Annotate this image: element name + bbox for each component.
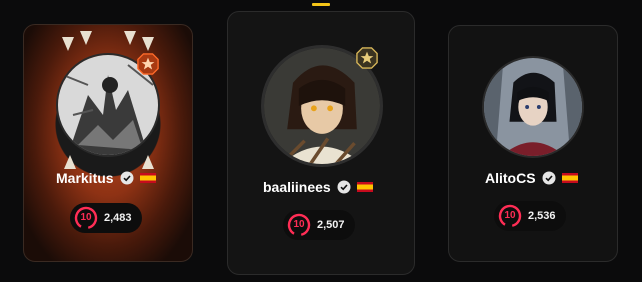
- spain-flag-icon: [139, 173, 156, 183]
- level-elo-pill: 10 2,536: [494, 201, 566, 231]
- dragon-tooth: [62, 37, 74, 51]
- top-indicator: [312, 3, 330, 6]
- spain-flag-icon: [356, 182, 373, 192]
- level-ring-icon: 10: [287, 213, 311, 237]
- rank-badge-icon: [356, 47, 378, 69]
- spain-flag-icon: [561, 173, 578, 183]
- elo-value: 2,483: [104, 212, 132, 224]
- player-name[interactable]: baaliinees: [263, 179, 331, 195]
- player-card-markitus[interactable]: Markitus 10 2,483: [23, 24, 193, 262]
- dragon-tooth: [64, 155, 76, 169]
- dragon-tooth: [124, 31, 136, 45]
- elo-value: 2,507: [317, 219, 345, 231]
- level-elo-pill: 10 2,507: [283, 210, 355, 240]
- level-number: 10: [80, 212, 92, 223]
- dragon-tooth: [80, 31, 92, 45]
- verified-icon: [337, 180, 351, 194]
- level-elo-pill: 10 2,483: [70, 203, 142, 233]
- dragon-tooth: [142, 155, 154, 169]
- verified-icon: [542, 171, 556, 185]
- player-name-row: AlitoCS: [485, 170, 578, 186]
- elo-value: 2,536: [528, 210, 556, 222]
- player-avatar[interactable]: [482, 56, 584, 158]
- level-number: 10: [504, 210, 516, 221]
- player-card-alitocs[interactable]: AlitoCS 10 2,536: [448, 25, 618, 262]
- player-name[interactable]: Markitus: [56, 170, 114, 186]
- verified-icon: [120, 171, 134, 185]
- level-number: 10: [293, 219, 305, 230]
- player-card-baaliinees[interactable]: baaliinees 10 2,507: [227, 11, 415, 275]
- rank-badge-icon: [137, 53, 159, 75]
- level-ring-icon: 10: [74, 206, 98, 230]
- level-ring-icon: 10: [498, 204, 522, 228]
- player-name-row: baaliinees: [263, 179, 373, 195]
- player-name[interactable]: AlitoCS: [485, 170, 536, 186]
- dragon-tooth: [142, 37, 154, 51]
- player-name-row: Markitus: [56, 170, 156, 186]
